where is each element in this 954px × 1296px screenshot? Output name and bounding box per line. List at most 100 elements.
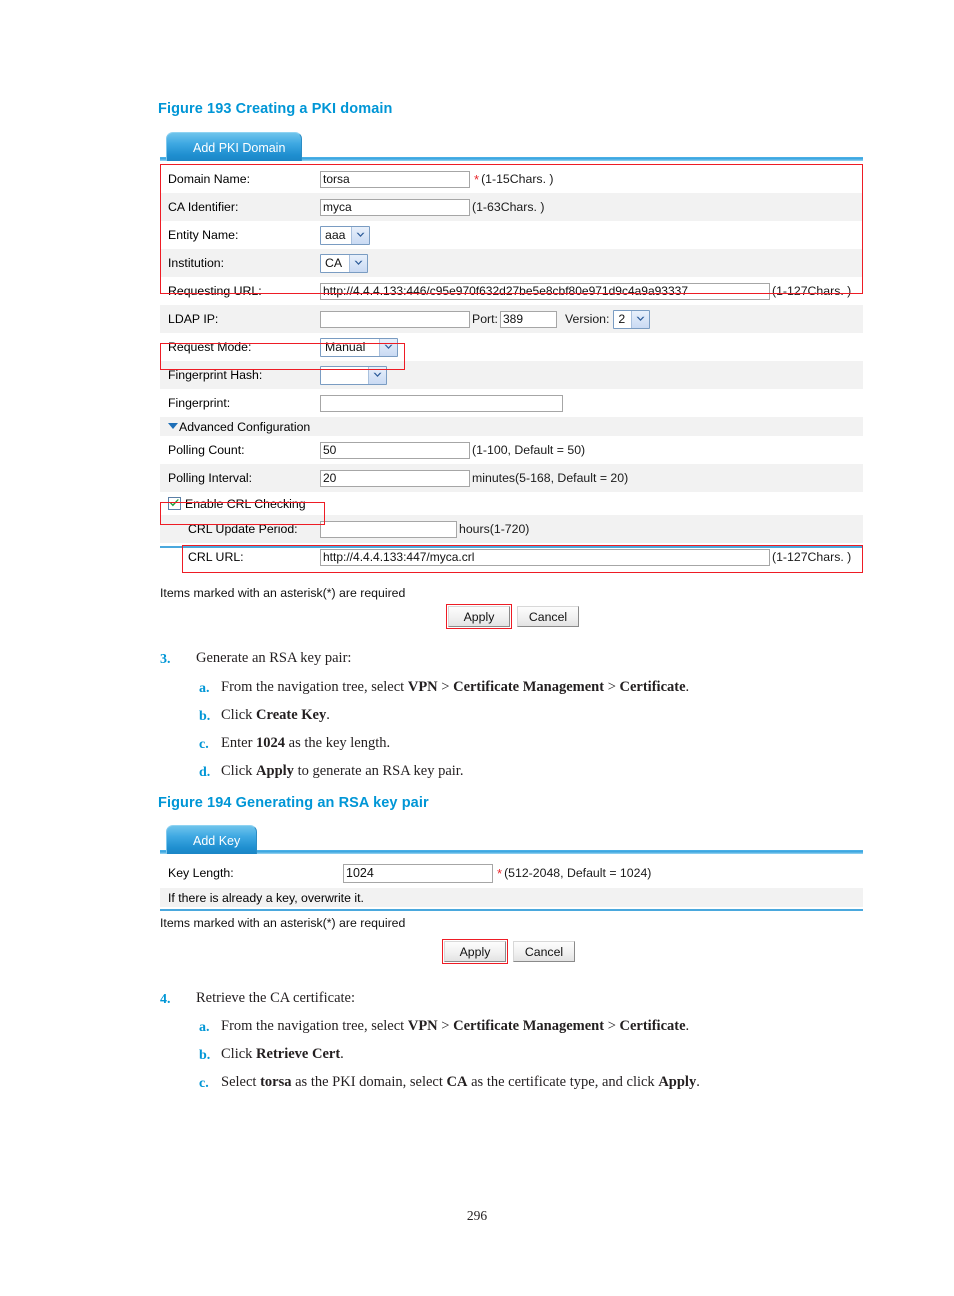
crl-update-period-input[interactable]	[320, 520, 457, 538]
hint-crl-url: (1-127Chars. )	[772, 550, 852, 564]
tabstrip-underline	[160, 850, 863, 854]
row-entity-name: Entity Name: aaa	[160, 221, 863, 249]
key-apply-button[interactable]: Apply	[444, 941, 506, 962]
tab-add-pki-domain[interactable]: Add PKI Domain	[166, 132, 303, 161]
pki-form: Domain Name: * (1-15Chars. ) CA Identifi…	[160, 165, 863, 571]
triangle-down-icon	[168, 422, 178, 429]
row-overwrite-note: If there is already a key, overwrite it.	[160, 888, 863, 907]
key-required-note: Items marked with an asterisk(*) are req…	[160, 916, 406, 930]
enable-crl-checking-checkbox[interactable]: Enable CRL Checking	[160, 497, 306, 511]
step-3a-marker: a.	[199, 681, 210, 696]
advanced-configuration-label: Advanced Configuration	[179, 419, 311, 434]
entity-name-select[interactable]: aaa	[320, 225, 370, 245]
row-institution: Institution: CA	[160, 249, 863, 277]
step-4a-post: .	[685, 1018, 690, 1034]
step-3b-b1: Create Key	[256, 707, 327, 723]
step-3c-marker: c.	[199, 737, 209, 752]
step-4a-b3: Certificate	[619, 1018, 686, 1034]
requesting-url-input[interactable]	[320, 282, 770, 300]
label-crl-url: CRL URL:	[188, 550, 244, 564]
hint-requesting-url: (1-127Chars. )	[772, 284, 852, 298]
polling-interval-input[interactable]	[320, 469, 470, 487]
step-4a-b1: VPN	[407, 1018, 438, 1034]
step-4-title: Retrieve the CA certificate:	[196, 990, 356, 1006]
ldap-version-select[interactable]: 2	[613, 309, 651, 329]
key-button-row: Apply Cancel	[442, 939, 577, 964]
add-pki-domain-panel: Add PKI Domain Domain Name: * (1-15Chars…	[160, 131, 863, 587]
step-4a-b2: Certificate Management	[453, 1018, 605, 1034]
step-3a-mid2: >	[604, 679, 620, 695]
label-ca-identifier: CA Identifier:	[168, 200, 239, 214]
step-3-number: 3.	[160, 652, 171, 667]
row-enable-crl-checking: Enable CRL Checking	[160, 492, 863, 515]
label-polling-interval: Polling Interval:	[168, 471, 253, 485]
step-3-title: Generate an RSA key pair:	[196, 650, 352, 666]
row-ca-identifier: CA Identifier: (1-63Chars. )	[160, 193, 863, 221]
tab-add-key[interactable]: Add Key	[166, 825, 258, 854]
fingerprint-hash-value	[321, 367, 368, 384]
hint-polling-count: (1-100, Default = 50)	[472, 443, 586, 457]
step-4c-mid2: as the certificate type, and click	[467, 1074, 659, 1090]
step-4a-text: From the navigation tree, select VPN > C…	[221, 1018, 689, 1035]
row-polling-count: Polling Count: (1-100, Default = 50)	[160, 436, 863, 464]
ldap-port-input[interactable]	[499, 310, 557, 328]
chevron-down-icon	[349, 254, 367, 272]
step-3b-text: Click Create Key.	[221, 707, 330, 724]
step-4a-pre: From the navigation tree, select	[221, 1018, 408, 1034]
step-3a-mid1: >	[437, 679, 454, 695]
crl-url-input[interactable]	[320, 548, 770, 566]
fingerprint-input[interactable]	[320, 394, 563, 412]
hint-domain-name: (1-15Chars. )	[481, 172, 554, 186]
step-4c-text: Select torsa as the PKI domain, select C…	[221, 1074, 700, 1091]
label-crl-update-period: CRL Update Period:	[188, 522, 298, 536]
step-3d-pre: Click	[221, 763, 257, 779]
required-asterisk-domain-name: *	[474, 171, 480, 187]
step-4b-text: Click Retrieve Cert.	[221, 1046, 344, 1063]
pki-apply-button[interactable]: Apply	[448, 606, 510, 627]
label-key-length: Key Length:	[168, 866, 234, 880]
step-4a-mid2: >	[604, 1018, 620, 1034]
figure-193-caption: Figure 193 Creating a PKI domain	[158, 101, 393, 117]
key-length-input[interactable]	[343, 863, 493, 883]
pki-cancel-button[interactable]: Cancel	[517, 606, 579, 627]
ldap-ip-input[interactable]	[320, 310, 470, 328]
row-crl-update-period: CRL Update Period: hours(1-720)	[160, 515, 863, 543]
step-4-number: 4.	[160, 992, 171, 1007]
key-tabstrip: Add Key	[160, 824, 863, 854]
chevron-down-icon	[368, 366, 386, 384]
institution-select[interactable]: CA	[320, 253, 368, 273]
advanced-configuration-toggle[interactable]: Advanced Configuration	[160, 417, 863, 436]
label-ldap-port: Port:	[472, 312, 498, 326]
add-key-panel: Add Key Key Length: * (512-2048, Default…	[160, 824, 863, 916]
pki-cancel-wrap: Cancel	[515, 604, 581, 629]
step-4c-b3: Apply	[658, 1074, 697, 1090]
step-3b-marker: b.	[199, 709, 211, 724]
page-number: 296	[466, 1208, 488, 1223]
row-polling-interval: Polling Interval: minutes(5-168, Default…	[160, 464, 863, 492]
fingerprint-hash-select[interactable]	[320, 365, 387, 385]
form-bottom-divider	[160, 546, 863, 548]
key-cancel-button[interactable]: Cancel	[513, 941, 575, 962]
pki-apply-highlight: Apply	[446, 604, 512, 629]
label-fingerprint-hash: Fingerprint Hash:	[168, 368, 263, 382]
label-domain-name: Domain Name:	[168, 172, 251, 186]
step-3a-b3: Certificate	[619, 679, 686, 695]
step-3b-post: .	[326, 707, 330, 723]
domain-name-input[interactable]	[320, 170, 470, 188]
step-4b-marker: b.	[199, 1048, 211, 1063]
required-asterisk-key-length: *	[497, 865, 503, 881]
hint-polling-interval: minutes(5-168, Default = 20)	[472, 471, 629, 485]
request-mode-select[interactable]: Manual	[320, 337, 398, 357]
label-fingerprint: Fingerprint:	[168, 396, 231, 410]
step-4c-b2: CA	[446, 1074, 468, 1090]
step-3c-pre: Enter	[221, 735, 257, 751]
step-3d-mid1: to generate an RSA key pair.	[293, 763, 464, 779]
polling-count-input[interactable]	[320, 441, 470, 459]
ca-identifier-input[interactable]	[320, 198, 470, 216]
row-ldap-ip: LDAP IP: Port: Version: 2	[160, 305, 863, 333]
step-4c-marker: c.	[199, 1076, 209, 1091]
row-domain-name: Domain Name: * (1-15Chars. )	[160, 165, 863, 193]
step-3a-b1: VPN	[407, 679, 438, 695]
label-institution: Institution:	[168, 256, 225, 270]
ldap-version-value: 2	[618, 312, 626, 326]
